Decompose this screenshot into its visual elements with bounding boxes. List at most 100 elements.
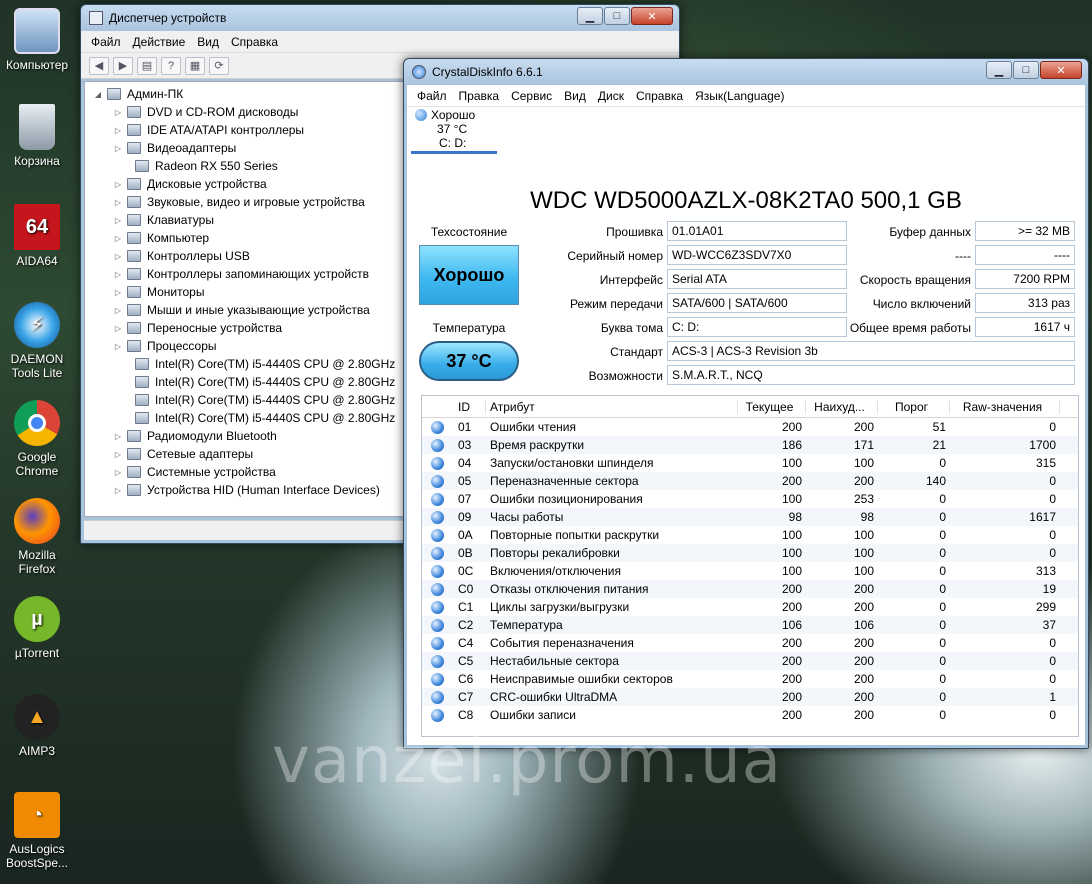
device-icon — [127, 340, 141, 352]
help-icon[interactable]: ? — [161, 56, 181, 75]
cell-attribute: Переназначенные сектора — [490, 474, 639, 488]
status-ball-icon — [430, 636, 444, 650]
smart-row[interactable]: 04 Запуски/остановки шпинделя 100 100 0 315 — [422, 454, 1078, 472]
smart-row[interactable]: 01 Ошибки чтения 200 200 51 0 — [422, 418, 1078, 436]
smart-row[interactable]: 09 Часы работы 98 98 0 1617 — [422, 508, 1078, 526]
smart-row[interactable]: C8 Ошибки записи 200 200 0 0 — [422, 706, 1078, 724]
menu-help[interactable]: Справка — [227, 35, 286, 49]
menu-action[interactable]: Действие — [129, 35, 194, 49]
desktop-icon-computer[interactable]: Компьютер — [4, 8, 70, 72]
expand-arrow-icon[interactable]: ▷ — [113, 252, 123, 261]
smart-row[interactable]: 03 Время раскрутки 186 171 21 1700 — [422, 436, 1078, 454]
expand-arrow-icon[interactable]: ▷ — [113, 180, 123, 189]
smart-table-header: ID Атрибут Текущее Наихуд... Порог Raw-з… — [422, 396, 1078, 418]
smart-row[interactable]: C2 Температура 106 106 0 37 — [422, 616, 1078, 634]
menu-file[interactable]: Файл — [413, 89, 455, 103]
tree-node-label: DVD и CD-ROM дисководы — [147, 105, 299, 119]
smart-row[interactable]: C1 Циклы загрузки/выгрузки 200 200 0 299 — [422, 598, 1078, 616]
menu-view[interactable]: Вид — [560, 89, 594, 103]
header-threshold[interactable]: Порог — [878, 399, 950, 414]
minimize-button[interactable]: ▁ — [577, 7, 603, 25]
header-current[interactable]: Текущее — [738, 399, 806, 414]
menu-language[interactable]: Язык(Language) — [691, 89, 792, 103]
header-id[interactable]: ID — [452, 399, 486, 414]
close-button[interactable]: ✕ — [631, 7, 673, 25]
desktop-icon-daemon-tools[interactable]: ⚡ DAEMON Tools Lite — [4, 302, 70, 380]
expand-arrow-icon[interactable]: ▷ — [113, 486, 123, 495]
desktop-icon-mozilla-firefox[interactable]: Mozilla Firefox — [4, 498, 70, 576]
smart-status-cell — [422, 690, 452, 704]
maximize-button[interactable]: □ — [604, 7, 630, 25]
collapse-arrow-icon[interactable]: ◢ — [93, 90, 103, 99]
desktop-icon-google-chrome[interactable]: Google Chrome — [4, 400, 70, 478]
expand-arrow-icon[interactable]: ▷ — [113, 306, 123, 315]
drive-title: WDC WD5000AZLX-08K2TA0 500,1 GB — [530, 187, 962, 214]
smart-row[interactable]: 0A Повторные попытки раскрутки 100 100 0 0 — [422, 526, 1078, 544]
auslogics-icon: ◔ — [14, 792, 60, 838]
menu-edit[interactable]: Правка — [455, 89, 508, 103]
menu-view[interactable]: Вид — [193, 35, 227, 49]
expand-arrow-icon[interactable]: ▷ — [113, 198, 123, 207]
menu-help[interactable]: Справка — [632, 89, 691, 103]
smart-row[interactable]: 05 Переназначенные сектора 200 200 140 0 — [422, 472, 1078, 490]
maximize-button[interactable]: □ — [1013, 61, 1039, 79]
view-icon[interactable]: ▦ — [185, 56, 205, 75]
expand-arrow-icon[interactable]: ▷ — [113, 468, 123, 477]
properties-icon[interactable]: ▤ — [137, 56, 157, 75]
smart-status-cell — [422, 636, 452, 650]
expand-arrow-icon[interactable]: ▷ — [113, 342, 123, 351]
transfer-mode-value: SATA/600 | SATA/600 — [667, 293, 847, 313]
expand-arrow-icon[interactable]: ▷ — [113, 270, 123, 279]
expand-arrow-icon[interactable]: ▷ — [113, 108, 123, 117]
desktop-icon-label: AIDA64 — [16, 254, 58, 268]
cell-attribute: Нестабильные сектора — [490, 654, 619, 668]
expand-arrow-icon[interactable]: ▷ — [113, 216, 123, 225]
smart-row[interactable]: 0C Включения/отключения 100 100 0 313 — [422, 562, 1078, 580]
disk-tab[interactable]: Хорошо 37 °C C: D: — [411, 108, 497, 154]
smart-row[interactable]: C5 Нестабильные сектора 200 200 0 0 — [422, 652, 1078, 670]
header-attribute[interactable]: Атрибут — [486, 399, 738, 414]
desktop-icon-label: AusLogics BoostSpe... — [5, 842, 69, 870]
cell-raw: 0 — [1049, 672, 1056, 686]
expand-arrow-icon[interactable]: ▷ — [113, 324, 123, 333]
expand-arrow-icon[interactable]: ▷ — [113, 432, 123, 441]
cell-id: C2 — [458, 618, 474, 632]
expand-arrow-icon[interactable]: ▷ — [113, 126, 123, 135]
menu-disk[interactable]: Диск — [594, 89, 632, 103]
cell-current: 100 — [781, 564, 802, 578]
expand-arrow-icon[interactable]: ▷ — [113, 144, 123, 153]
header-worst[interactable]: Наихуд... — [806, 399, 878, 414]
expand-arrow-icon[interactable]: ▷ — [113, 234, 123, 243]
health-status-button[interactable]: Хорошо — [419, 245, 519, 305]
smart-row[interactable]: 0B Повторы рекалибровки 100 100 0 0 — [422, 544, 1078, 562]
device-icon — [127, 214, 141, 226]
expand-arrow-icon[interactable]: ▷ — [113, 288, 123, 297]
cell-raw: 313 — [1035, 564, 1056, 578]
device-manager-titlebar[interactable]: Диспетчер устройств ▁ □ ✕ — [81, 5, 679, 31]
menu-service[interactable]: Сервис — [507, 89, 560, 103]
desktop-icon-aimp3[interactable]: ▲ AIMP3 — [4, 694, 70, 758]
smart-status-cell — [422, 438, 452, 452]
desktop-icon-recycle-bin[interactable]: Корзина — [4, 104, 70, 168]
header-raw[interactable]: Raw-значения — [950, 399, 1060, 414]
smart-row[interactable]: C6 Неисправимые ошибки секторов 200 200 0 0 — [422, 670, 1078, 688]
smart-row[interactable]: 07 Ошибки позиционирования 100 253 0 0 — [422, 490, 1078, 508]
scan-hardware-icon[interactable]: ⟳ — [209, 56, 229, 75]
smart-row[interactable]: C4 События переназначения 200 200 0 0 — [422, 634, 1078, 652]
forward-icon[interactable]: ▶ — [113, 56, 133, 75]
crystaldiskinfo-titlebar[interactable]: CrystalDiskInfo 6.6.1 ▁ □ ✕ — [404, 59, 1088, 85]
minimize-button[interactable]: ▁ — [986, 61, 1012, 79]
temperature-button[interactable]: 37 °C — [419, 341, 519, 381]
desktop-icon-aida64[interactable]: 64 AIDA64 — [4, 204, 70, 268]
cell-threshold: 0 — [939, 510, 946, 524]
smart-row[interactable]: C7 CRC-ошибки UltraDMA 200 200 0 1 — [422, 688, 1078, 706]
close-button[interactable]: ✕ — [1040, 61, 1082, 79]
desktop-icon-auslogics[interactable]: ◔ AusLogics BoostSpe... — [4, 792, 70, 870]
expand-arrow-icon[interactable]: ▷ — [113, 450, 123, 459]
desktop-icon-utorrent[interactable]: µ µTorrent — [4, 596, 70, 660]
back-icon[interactable]: ◀ — [89, 56, 109, 75]
smart-status-cell — [422, 474, 452, 488]
menu-file[interactable]: Файл — [87, 35, 129, 49]
smart-row[interactable]: C0 Отказы отключения питания 200 200 0 19 — [422, 580, 1078, 598]
utorrent-icon: µ — [14, 596, 60, 642]
